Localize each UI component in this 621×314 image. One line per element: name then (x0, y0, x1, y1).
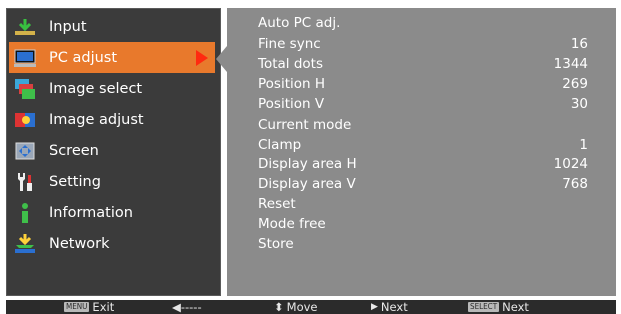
sidebar-item-label: Network (49, 235, 110, 252)
row-label: Current mode (258, 116, 352, 133)
row-value: 1024 (553, 155, 588, 172)
menu-key-icon: MENU (64, 302, 90, 312)
menu-row-display-area-v[interactable]: Display area V 768 (258, 173, 588, 194)
sidebar-item-input[interactable]: Input (9, 11, 239, 42)
row-label: Clamp (258, 136, 302, 153)
sidebar-item-setting[interactable]: Setting (9, 166, 239, 197)
row-value: 269 (562, 75, 588, 92)
back-label: ◀----- (172, 300, 202, 314)
input-icon (11, 15, 39, 39)
sidebar-item-information[interactable]: Information (9, 197, 239, 228)
menu-row-current-mode[interactable]: Current mode (258, 114, 588, 135)
row-label: Display area V (258, 175, 356, 192)
sidebar-item-label: Setting (49, 173, 101, 190)
menu-row-clamp[interactable]: Clamp 1 (258, 134, 588, 155)
row-value: 1 (579, 136, 588, 153)
menu-row-total-dots[interactable]: Total dots 1344 (258, 53, 588, 74)
row-value: 1344 (553, 55, 588, 72)
select-next-label: Next (502, 300, 529, 314)
sidebar-item-label: Information (49, 204, 133, 221)
row-label: Position V (258, 95, 325, 112)
sidebar-item-network[interactable]: Network (9, 228, 239, 259)
footer-move: ⬍ Move (274, 300, 317, 314)
next-label: Next (380, 300, 408, 314)
row-value: 30 (570, 95, 588, 112)
menu-row-mode-free[interactable]: Mode free (258, 213, 588, 234)
row-label: Total dots (258, 55, 323, 72)
menu-row-reset[interactable]: Reset (258, 193, 588, 214)
sidebar-item-screen[interactable]: Screen (9, 135, 239, 166)
footer-exit: MENU Exit (64, 300, 114, 314)
sidebar-item-label: Input (49, 18, 87, 35)
row-label: Reset (258, 195, 296, 212)
row-label: Position H (258, 75, 326, 92)
menu-row-position-v[interactable]: Position V 30 (258, 93, 588, 114)
sidebar-item-label: PC adjust (49, 49, 118, 66)
row-label: Store (258, 235, 294, 252)
select-key-icon: SELECT (468, 302, 500, 312)
right-arrow-icon: ▶ (371, 302, 378, 312)
sidebar-item-label: Image select (49, 80, 143, 97)
footer-help-bar: MENU Exit ◀----- ⬍ Move ▶ Next SELECT Ne… (6, 300, 616, 314)
sidebar-item-pc-adjust[interactable]: PC adjust (9, 42, 215, 73)
row-label: Mode free (258, 215, 326, 232)
row-label: Fine sync (258, 35, 321, 52)
menu-row-store[interactable]: Store (258, 233, 588, 254)
image-select-icon (11, 77, 39, 101)
pc-adjust-panel: Auto PC adj. Fine sync 16 Total dots 134… (227, 8, 616, 296)
menu-row-position-h[interactable]: Position H 269 (258, 73, 588, 94)
footer-back: ◀----- (172, 300, 202, 314)
footer-select-next: SELECT Next (468, 300, 529, 314)
information-icon (11, 201, 39, 225)
move-label: Move (286, 300, 318, 314)
menu-row-fine-sync[interactable]: Fine sync 16 (258, 33, 588, 54)
row-value: 768 (562, 175, 588, 192)
up-down-arrow-icon: ⬍ (274, 300, 284, 314)
row-label: Display area H (258, 155, 357, 172)
sidebar-item-image-select[interactable]: Image select (9, 73, 239, 104)
pc-adjust-icon (11, 46, 39, 70)
menu-row-auto-pc-adj[interactable]: Auto PC adj. (258, 12, 588, 33)
footer-next: ▶ Next (371, 300, 408, 314)
row-value: 16 (570, 35, 588, 52)
active-indicator-arrow-icon (196, 50, 208, 66)
screen-icon (11, 139, 39, 163)
setting-icon (11, 170, 39, 194)
sidebar-item-label: Screen (49, 142, 99, 159)
row-label: Auto PC adj. (258, 14, 341, 31)
image-adjust-icon (11, 108, 39, 132)
menu-row-display-area-h[interactable]: Display area H 1024 (258, 153, 588, 174)
exit-label: Exit (92, 300, 115, 314)
sidebar-item-label: Image adjust (49, 111, 144, 128)
network-icon (11, 232, 39, 256)
sidebar-item-image-adjust[interactable]: Image adjust (9, 104, 239, 135)
